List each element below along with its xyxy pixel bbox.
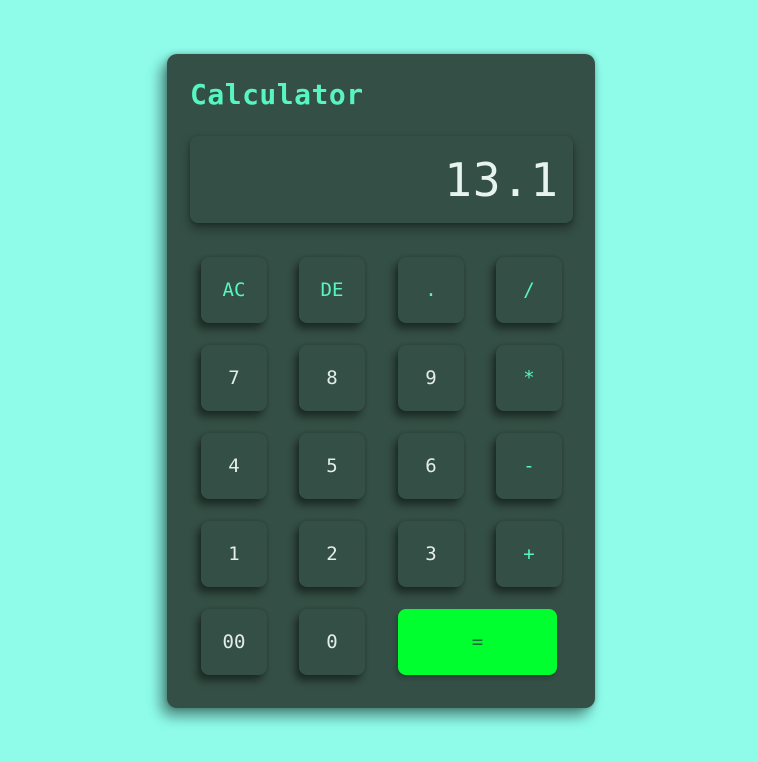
digit-0-button[interactable]: 0 [299, 609, 365, 675]
digit-6-button[interactable]: 6 [398, 433, 464, 499]
digit-8-button[interactable]: 8 [299, 345, 365, 411]
plus-button[interactable]: + [496, 521, 562, 587]
digit-3-button[interactable]: 3 [398, 521, 464, 587]
digit-7-button[interactable]: 7 [201, 345, 267, 411]
display-value: 13.1 [444, 152, 559, 207]
double-zero-button[interactable]: 00 [201, 609, 267, 675]
display-screen: 13.1 [190, 136, 573, 223]
divide-button[interactable]: / [496, 257, 562, 323]
digit-9-button[interactable]: 9 [398, 345, 464, 411]
multiply-button[interactable]: * [496, 345, 562, 411]
digit-1-button[interactable]: 1 [201, 521, 267, 587]
minus-button[interactable]: - [496, 433, 562, 499]
calculator-panel: Calculator 13.1 AC DE . / 7 8 9 * 4 5 6 … [167, 54, 595, 708]
digit-5-button[interactable]: 5 [299, 433, 365, 499]
digit-2-button[interactable]: 2 [299, 521, 365, 587]
equals-button[interactable]: = [398, 609, 557, 675]
digit-4-button[interactable]: 4 [201, 433, 267, 499]
app-title: Calculator [190, 78, 364, 111]
all-clear-button[interactable]: AC [201, 257, 267, 323]
delete-button[interactable]: DE [299, 257, 365, 323]
decimal-point-button[interactable]: . [398, 257, 464, 323]
